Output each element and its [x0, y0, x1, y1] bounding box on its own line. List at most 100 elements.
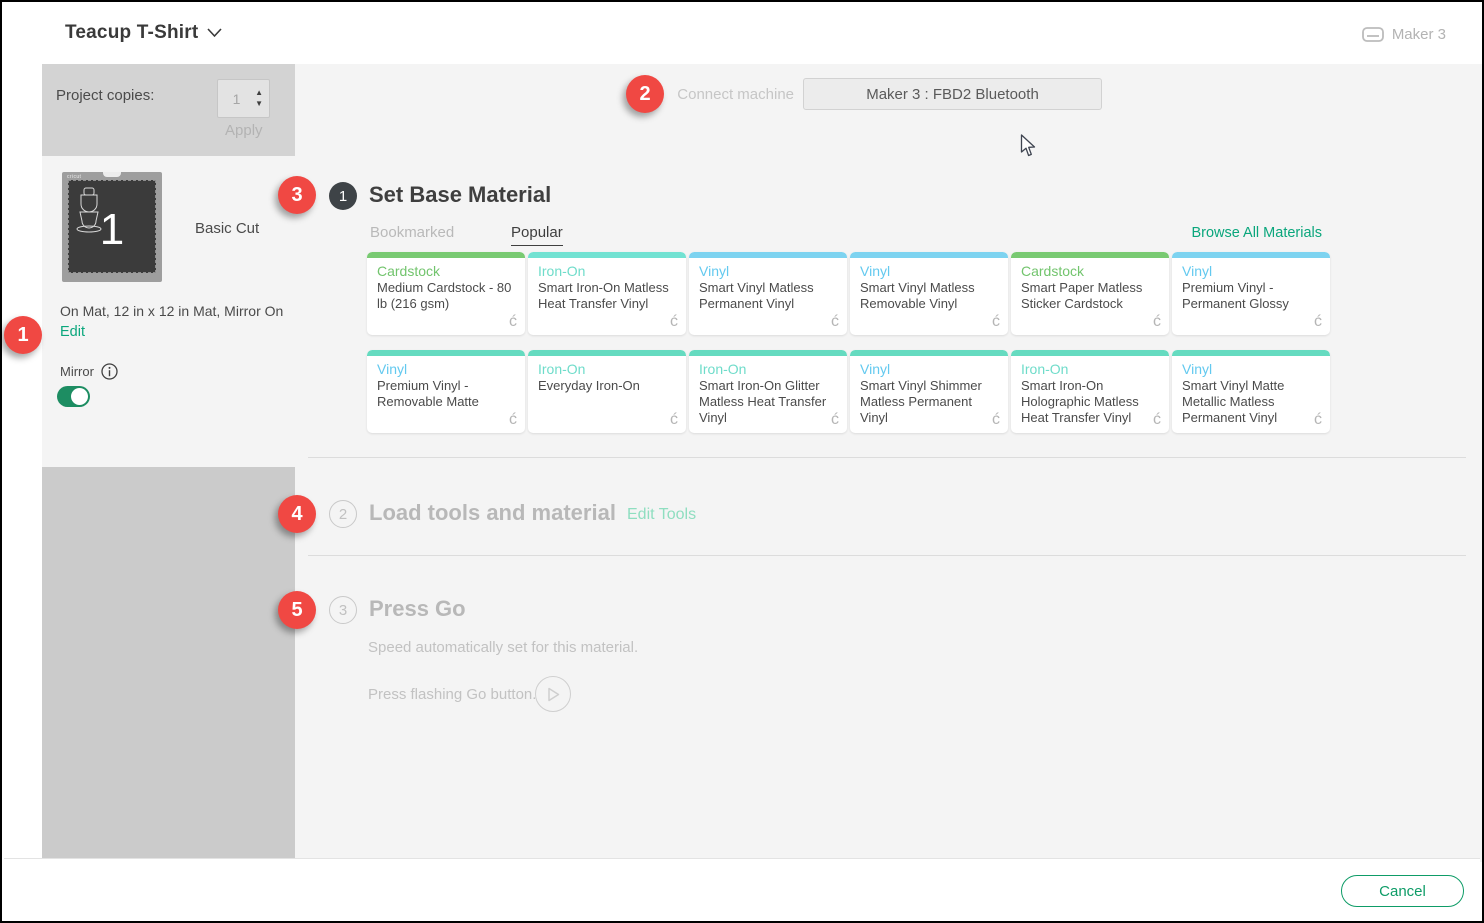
- material-category: Vinyl: [860, 361, 998, 377]
- material-category: Iron-On: [538, 263, 676, 279]
- material-category: Iron-On: [699, 361, 837, 377]
- material-strip: [1172, 350, 1330, 356]
- copies-decrement-arrow[interactable]: ▼: [255, 100, 263, 108]
- material-strip: [367, 252, 525, 258]
- chevron-down-icon: [207, 28, 222, 38]
- material-card[interactable]: Iron-On Smart Iron-On Holographic Matles…: [1011, 350, 1169, 433]
- tab-popular[interactable]: Popular: [511, 224, 563, 246]
- material-name: Smart Iron-On Glitter Matless Heat Trans…: [699, 378, 839, 426]
- mouse-cursor: [1020, 134, 1037, 159]
- material-card[interactable]: Vinyl Premium Vinyl - Removable Matte ć: [367, 350, 525, 433]
- cut-type-label: Basic Cut: [195, 220, 259, 237]
- copies-increment-arrow[interactable]: ▲: [255, 89, 263, 97]
- material-strip: [689, 350, 847, 356]
- machine-icon: [1362, 27, 1384, 42]
- step3-badge: 3: [329, 596, 357, 624]
- material-card[interactable]: Iron-On Smart Iron-On Matless Heat Trans…: [528, 252, 686, 335]
- annotation-callout-1: 1: [4, 316, 42, 354]
- material-name: Smart Iron-On Holographic Matless Heat T…: [1021, 378, 1161, 426]
- mat-panel: cricut 1 Basic Cut On Mat, 12 in x 12 in…: [42, 156, 295, 467]
- annotation-callout-3: 3: [278, 176, 316, 214]
- material-name: Premium Vinyl - Permanent Glossy: [1182, 280, 1322, 312]
- cricut-logo-icon: ć: [670, 411, 678, 429]
- mat-number: 1: [69, 205, 155, 255]
- edit-mat-link[interactable]: Edit: [60, 324, 85, 340]
- mat-notch: [103, 172, 121, 177]
- project-copies-label: Project copies:: [56, 87, 154, 104]
- material-strip: [689, 252, 847, 258]
- speed-note: Speed automatically set for this materia…: [368, 639, 638, 656]
- material-card[interactable]: Iron-On Smart Iron-On Glitter Matless He…: [689, 350, 847, 433]
- section-divider: [308, 555, 1466, 556]
- material-category: Cardstock: [377, 263, 515, 279]
- material-card[interactable]: Vinyl Smart Vinyl Shimmer Matless Perman…: [850, 350, 1008, 433]
- copies-stepper: ▲ ▼: [255, 89, 269, 108]
- machine-name-label: Maker 3: [1392, 26, 1446, 43]
- material-strip: [1172, 252, 1330, 258]
- edit-tools-link[interactable]: Edit Tools: [627, 506, 696, 524]
- mat-thumbnail[interactable]: cricut 1: [62, 172, 162, 282]
- machine-select-button[interactable]: Maker 3 : FBD2 Bluetooth: [803, 78, 1102, 110]
- material-card[interactable]: Vinyl Premium Vinyl - Permanent Glossy ć: [1172, 252, 1330, 335]
- step2-title: Load tools and material: [369, 500, 616, 526]
- machine-status[interactable]: Maker 3: [1362, 26, 1446, 43]
- material-name: Smart Vinyl Matless Permanent Vinyl: [699, 280, 839, 312]
- material-card[interactable]: Vinyl Smart Vinyl Matte Metallic Matless…: [1172, 350, 1330, 433]
- browse-all-materials-link[interactable]: Browse All Materials: [1191, 225, 1322, 241]
- material-card[interactable]: Iron-On Everyday Iron-On ć: [528, 350, 686, 433]
- apply-button[interactable]: Apply: [225, 122, 263, 139]
- copies-input[interactable]: 1 ▲ ▼: [217, 79, 270, 118]
- sidebar-lower-panel: [42, 467, 295, 862]
- cricut-logo-icon: ć: [509, 411, 517, 429]
- project-copies-panel: Project copies: 1 ▲ ▼ Apply: [42, 64, 295, 156]
- tab-bookmarked[interactable]: Bookmarked: [370, 224, 454, 241]
- material-name: Everyday Iron-On: [538, 378, 678, 394]
- material-category: Cardstock: [1021, 263, 1159, 279]
- top-bar: Teacup T-Shirt Maker 3: [4, 4, 1480, 64]
- cricut-logo-icon: ć: [992, 313, 1000, 331]
- material-name: Premium Vinyl - Removable Matte: [377, 378, 517, 410]
- material-name: Smart Iron-On Matless Heat Transfer Viny…: [538, 280, 678, 312]
- material-card[interactable]: Vinyl Smart Vinyl Matless Permanent Viny…: [689, 252, 847, 335]
- material-strip: [1011, 252, 1169, 258]
- cricut-logo-icon: ć: [670, 313, 678, 331]
- mirror-label: Mirror: [60, 364, 94, 379]
- material-category: Vinyl: [860, 263, 998, 279]
- material-card[interactable]: Cardstock Medium Cardstock - 80 lb (216 …: [367, 252, 525, 335]
- cricut-logo-icon: ć: [1153, 313, 1161, 331]
- step1-badge: 1: [329, 182, 357, 210]
- cancel-button[interactable]: Cancel: [1341, 875, 1464, 907]
- material-category: Vinyl: [377, 361, 515, 377]
- material-strip: [850, 350, 1008, 356]
- material-strip: [850, 252, 1008, 258]
- cricut-logo-icon: ć: [1314, 313, 1322, 331]
- material-card[interactable]: Cardstock Smart Paper Matless Sticker Ca…: [1011, 252, 1169, 335]
- info-icon[interactable]: [101, 363, 118, 380]
- step2-badge: 2: [329, 500, 357, 528]
- app-window: Teacup T-Shirt Maker 3 Project copies: 1…: [0, 0, 1484, 923]
- cricut-logo-icon: ć: [831, 313, 839, 331]
- project-title-menu[interactable]: Teacup T-Shirt: [65, 22, 222, 44]
- project-title: Teacup T-Shirt: [65, 22, 198, 44]
- cricut-logo-icon: ć: [1314, 411, 1322, 429]
- material-card[interactable]: Vinyl Smart Vinyl Matless Removable Viny…: [850, 252, 1008, 335]
- cricut-logo-icon: ć: [509, 313, 517, 331]
- material-strip: [367, 350, 525, 356]
- material-name: Smart Vinyl Matte Metallic Matless Perma…: [1182, 378, 1322, 426]
- cricut-logo-icon: ć: [1153, 411, 1161, 429]
- material-category: Vinyl: [699, 263, 837, 279]
- annotation-callout-2: 2: [626, 75, 664, 113]
- cricut-logo-icon: ć: [831, 411, 839, 429]
- material-strip: [528, 252, 686, 258]
- material-name: Smart Paper Matless Sticker Cardstock: [1021, 280, 1161, 312]
- go-note: Press flashing Go button.: [368, 686, 536, 703]
- material-name: Smart Vinyl Matless Removable Vinyl: [860, 280, 1000, 312]
- annotation-callout-4: 4: [278, 495, 316, 533]
- cricut-logo-icon: ć: [992, 411, 1000, 429]
- mirror-toggle-knob: [71, 388, 88, 405]
- material-strip: [1011, 350, 1169, 356]
- material-name: Smart Vinyl Shimmer Matless Permanent Vi…: [860, 378, 1000, 426]
- step3-title: Press Go: [369, 596, 466, 622]
- mirror-toggle[interactable]: [57, 386, 90, 407]
- footer-bar: Cancel: [4, 858, 1480, 919]
